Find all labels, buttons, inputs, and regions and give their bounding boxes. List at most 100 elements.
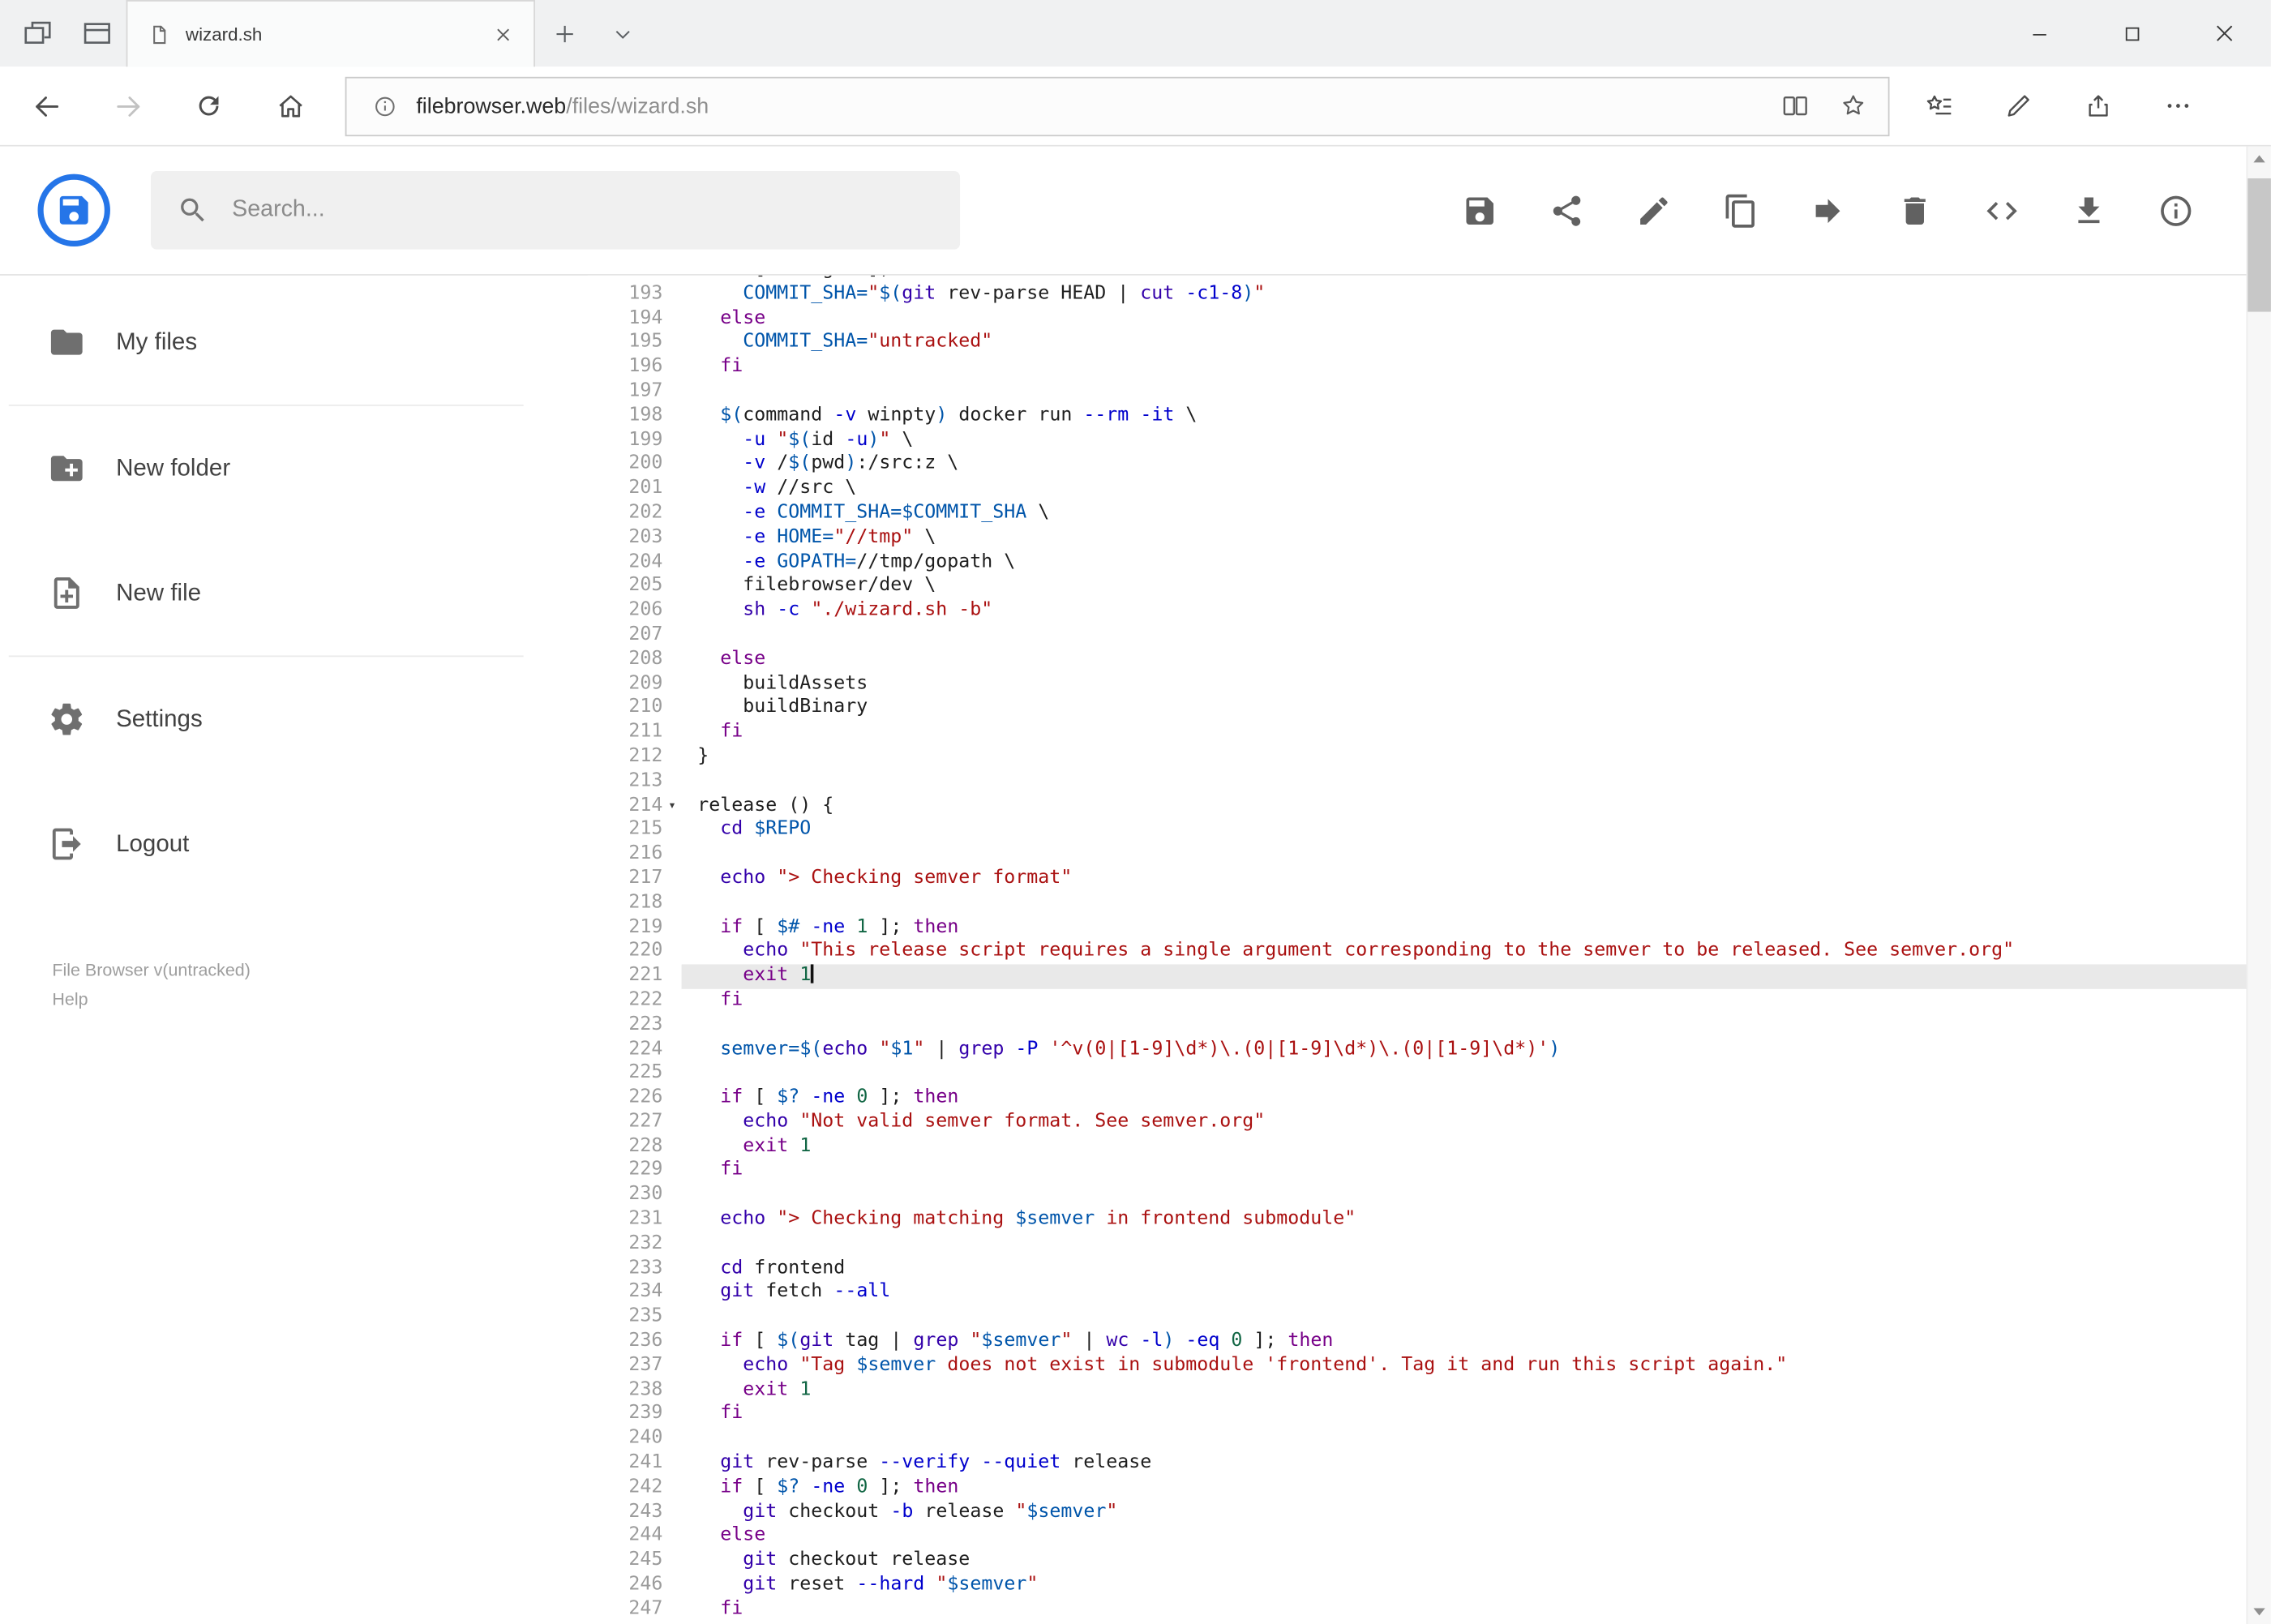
code-line[interactable]: 219 if [ $# -ne 1 ]; then bbox=[587, 916, 2271, 941]
scroll-down-button[interactable] bbox=[2247, 1600, 2271, 1624]
code-line[interactable]: 223 bbox=[587, 1013, 2271, 1038]
code-line[interactable]: 211 fi bbox=[587, 721, 2271, 745]
code-line[interactable]: 246 git reset --hard "$semver" bbox=[587, 1574, 2271, 1598]
code-line[interactable]: 203 -e HOME="//tmp" \ bbox=[587, 526, 2271, 551]
home-button[interactable] bbox=[258, 74, 322, 138]
browser-share-button[interactable] bbox=[2067, 74, 2131, 138]
code-line[interactable]: 206 sh -c "./wizard.sh -b" bbox=[587, 599, 2271, 623]
code-line[interactable]: 226 if [ $? -ne 0 ]; then bbox=[587, 1086, 2271, 1111]
address-bar[interactable]: filebrowser.web/files/wizard.sh bbox=[345, 75, 1890, 136]
scroll-up-button[interactable] bbox=[2247, 147, 2271, 171]
code-line[interactable]: 193 COMMIT_SHA="$(git rev-parse HEAD | c… bbox=[587, 282, 2271, 306]
share-button[interactable] bbox=[1537, 182, 1596, 240]
code-line[interactable]: 247 fi bbox=[587, 1598, 2271, 1622]
code-editor[interactable]: 192 if [ -d .git ]; then193 COMMIT_SHA="… bbox=[587, 275, 2271, 1624]
code-line[interactable]: 212} bbox=[587, 745, 2271, 769]
download-button[interactable] bbox=[2059, 182, 2118, 240]
code-line[interactable]: 229 fi bbox=[587, 1159, 2271, 1184]
code-line[interactable]: 245 git checkout release bbox=[587, 1549, 2271, 1574]
sidebar-item-logout[interactable]: Logout bbox=[0, 782, 587, 906]
tab-close-button[interactable] bbox=[484, 15, 522, 54]
hub-button[interactable] bbox=[1907, 74, 1971, 138]
minimize-button[interactable] bbox=[1992, 0, 2085, 66]
code-line[interactable]: 202 -e COMMIT_SHA=$COMMIT_SHA \ bbox=[587, 502, 2271, 526]
code-line[interactable]: 242 if [ $? -ne 0 ]; then bbox=[587, 1476, 2271, 1500]
annotate-button[interactable] bbox=[1986, 74, 2050, 138]
site-info-button[interactable] bbox=[364, 93, 405, 118]
code-line[interactable]: 209 buildAssets bbox=[587, 672, 2271, 696]
code-line[interactable]: 195 COMMIT_SHA="untracked" bbox=[587, 331, 2271, 355]
code-line[interactable]: 214 ▾ release () { bbox=[587, 794, 2271, 818]
code-line[interactable]: 228 exit 1 bbox=[587, 1135, 2271, 1159]
maximize-button[interactable] bbox=[2085, 0, 2178, 66]
help-link[interactable]: Help bbox=[52, 984, 88, 1013]
filebrowser-logo[interactable] bbox=[37, 174, 110, 247]
sidebar-item-settings[interactable]: Settings bbox=[0, 657, 587, 782]
code-line[interactable]: 230 bbox=[587, 1184, 2271, 1208]
code-line[interactable]: 239 fi bbox=[587, 1403, 2271, 1427]
edit-button[interactable] bbox=[1624, 182, 1682, 240]
tabs-preview-button[interactable] bbox=[66, 0, 126, 66]
code-line[interactable]: 231 echo "> Checking matching $semver in… bbox=[587, 1208, 2271, 1232]
page-scrollbar[interactable] bbox=[2246, 146, 2271, 1624]
code-line[interactable]: 204 -e GOPATH=//tmp/gopath \ bbox=[587, 551, 2271, 575]
code-line[interactable]: 232 bbox=[587, 1232, 2271, 1257]
fold-arrow-icon[interactable]: ▾ bbox=[662, 794, 681, 818]
reading-view-button[interactable] bbox=[1766, 79, 1824, 134]
favorite-button[interactable] bbox=[1824, 79, 1883, 134]
tab-list-button[interactable] bbox=[593, 0, 652, 66]
code-line[interactable]: 227 echo "Not valid semver format. See s… bbox=[587, 1111, 2271, 1135]
code-line[interactable]: 192 if [ -d .git ]; then bbox=[587, 276, 2271, 283]
sidebar-item-new-file[interactable]: New file bbox=[0, 531, 587, 656]
code-line[interactable]: 200 -v /$(pwd):/src:z \ bbox=[587, 453, 2271, 478]
close-window-button[interactable] bbox=[2178, 0, 2270, 66]
save-button[interactable] bbox=[1450, 182, 1509, 240]
code-line[interactable]: 205 filebrowser/dev \ bbox=[587, 575, 2271, 599]
code-line[interactable]: 222 fi bbox=[587, 989, 2271, 1013]
code-line[interactable]: 210 buildBinary bbox=[587, 696, 2271, 721]
copy-button[interactable] bbox=[1712, 182, 1770, 240]
code-line[interactable]: 241 git rev-parse --verify --quiet relea… bbox=[587, 1451, 2271, 1476]
code-line[interactable]: 244 else bbox=[587, 1525, 2271, 1549]
move-button[interactable] bbox=[1798, 182, 1857, 240]
browser-tab[interactable]: wizard.sh bbox=[126, 0, 535, 67]
refresh-button[interactable] bbox=[177, 74, 241, 138]
code-line[interactable]: 216 bbox=[587, 842, 2271, 867]
code-line[interactable]: 208 else bbox=[587, 648, 2271, 672]
code-line[interactable]: 198 $(command -v winpty) docker run --rm… bbox=[587, 405, 2271, 429]
code-line[interactable]: 194 else bbox=[587, 306, 2271, 331]
code-line[interactable]: 237 echo "Tag $semver does not exist in … bbox=[587, 1354, 2271, 1378]
code-line[interactable]: 218 bbox=[587, 891, 2271, 915]
code-button[interactable] bbox=[1972, 182, 2030, 240]
search-box[interactable] bbox=[151, 171, 961, 250]
code-line[interactable]: 196 fi bbox=[587, 356, 2271, 380]
back-button[interactable] bbox=[15, 74, 79, 138]
code-line[interactable]: 238 exit 1 bbox=[587, 1378, 2271, 1403]
code-line[interactable]: 233 cd frontend bbox=[587, 1257, 2271, 1281]
code-line[interactable]: 213 bbox=[587, 769, 2271, 794]
sidebar-item-my-files[interactable]: My files bbox=[0, 280, 587, 405]
new-tab-button[interactable] bbox=[535, 0, 593, 66]
forward-button[interactable] bbox=[96, 74, 160, 138]
set-tabs-aside-button[interactable] bbox=[7, 0, 66, 66]
code-line[interactable]: 217 echo "> Checking semver format" bbox=[587, 867, 2271, 891]
code-line[interactable]: 221 exit 1 bbox=[587, 964, 2271, 989]
code-line[interactable]: 207 bbox=[587, 623, 2271, 648]
code-line[interactable]: 240 bbox=[587, 1427, 2271, 1451]
code-line[interactable]: 215 cd $REPO bbox=[587, 818, 2271, 842]
code-line[interactable]: 234 git fetch --all bbox=[587, 1281, 2271, 1305]
code-line[interactable]: 201 -w //src \ bbox=[587, 478, 2271, 502]
code-line[interactable]: 236 if [ $(git tag | grep "$semver" | wc… bbox=[587, 1330, 2271, 1354]
sidebar-item-new-folder[interactable]: New folder bbox=[0, 406, 587, 531]
code-line[interactable]: 220 echo "This release script requires a… bbox=[587, 941, 2271, 965]
more-button[interactable] bbox=[2146, 74, 2210, 138]
code-line[interactable]: 199 -u "$(id -u)" \ bbox=[587, 429, 2271, 453]
code-line[interactable]: 197 bbox=[587, 380, 2271, 405]
search-input[interactable] bbox=[229, 195, 868, 225]
code-line[interactable]: 225 bbox=[587, 1062, 2271, 1086]
code-line[interactable]: 243 git checkout -b release "$semver" bbox=[587, 1501, 2271, 1525]
info-button[interactable] bbox=[2146, 182, 2205, 240]
delete-button[interactable] bbox=[1885, 182, 1943, 240]
code-line[interactable]: 235 bbox=[587, 1305, 2271, 1330]
scroll-thumb[interactable] bbox=[2247, 178, 2271, 312]
